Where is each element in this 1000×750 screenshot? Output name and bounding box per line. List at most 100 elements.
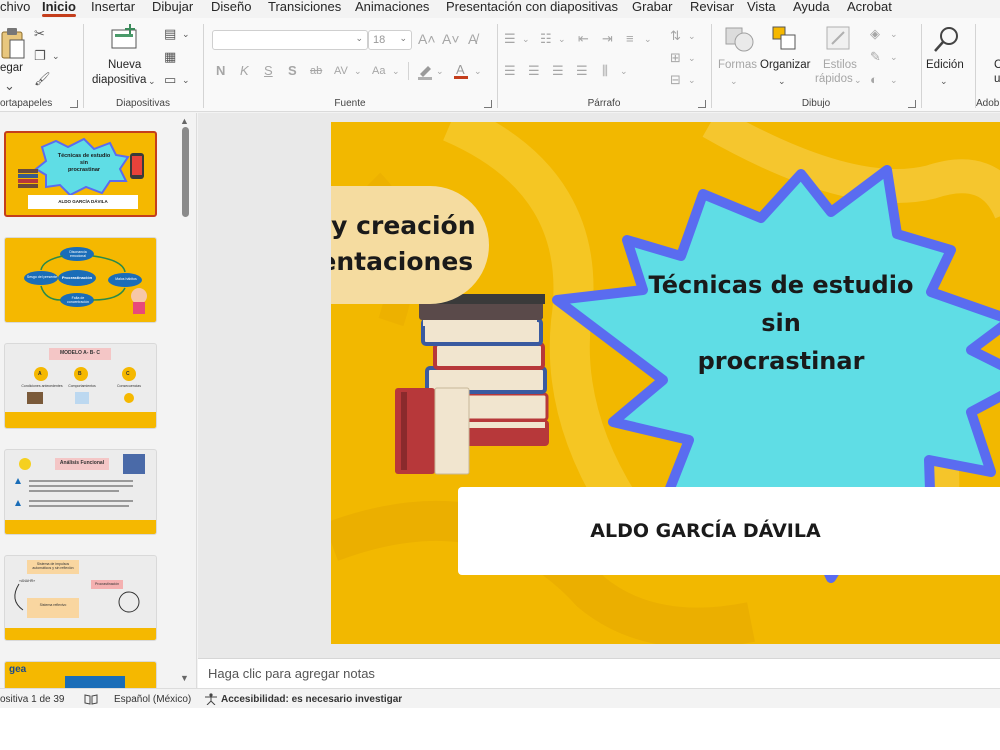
current-slide[interactable]: Diseños y creación de presentaciones Téc… — [331, 122, 1000, 644]
notes-placeholder[interactable]: Haga clic para agregar notas — [208, 666, 375, 681]
layout-dropdown-icon[interactable]: ⌄ — [182, 26, 190, 42]
bold-button[interactable]: N — [216, 63, 225, 79]
shapes-dropdown-icon[interactable]: ⌄ — [730, 73, 738, 89]
italic-button[interactable]: K — [240, 63, 249, 79]
highlight-icon[interactable] — [416, 62, 434, 80]
paragraph-launcher-icon[interactable] — [698, 100, 706, 108]
adobe-partial-label-1[interactable]: C — [994, 58, 1000, 72]
smartart-dropdown-icon[interactable]: ⌄ — [688, 72, 696, 88]
shrink-font-icon[interactable]: A˅ — [442, 31, 460, 47]
quick-styles-dropdown-icon[interactable]: ⌄ — [854, 72, 862, 88]
thumbnail-scrollbar[interactable] — [182, 127, 189, 217]
scroll-down-icon[interactable]: ▼ — [180, 673, 189, 683]
scroll-up-icon[interactable]: ▲ — [180, 116, 189, 126]
bullets-icon[interactable]: ☰ — [504, 31, 516, 47]
shapes-icon[interactable] — [724, 24, 754, 52]
tab-ayuda[interactable]: Ayuda — [793, 0, 830, 17]
burst-text-line-1[interactable]: Técnicas de estudio — [611, 266, 951, 304]
new-slide-label-2[interactable]: diapositiva — [92, 73, 146, 87]
align-center-icon[interactable]: ☰ — [528, 63, 540, 79]
grow-font-icon[interactable]: A˄ — [418, 31, 436, 47]
shapes-button[interactable]: Formas — [718, 58, 757, 72]
justify-icon[interactable]: ☰ — [576, 63, 588, 79]
new-slide-icon[interactable] — [110, 24, 140, 52]
section-dropdown-icon[interactable]: ⌄ — [182, 72, 190, 88]
slide-thumbnail-5[interactable]: Sistema de impulsos automáticos y sin re… — [4, 555, 157, 641]
slide-thumbnail-4[interactable]: Análisis Funcional — [4, 449, 157, 535]
shape-effects-icon[interactable]: ◐ — [870, 72, 878, 88]
shape-outline-dropdown-icon[interactable]: ⌄ — [890, 49, 898, 65]
shadow-button[interactable]: S — [288, 63, 297, 79]
quick-styles-icon[interactable] — [824, 24, 854, 52]
font-launcher-icon[interactable] — [484, 100, 492, 108]
copy-dropdown-icon[interactable]: ⌄ — [52, 48, 60, 64]
arrange-icon[interactable] — [770, 24, 800, 52]
accessibility-status[interactable]: Accesibilidad: es necesario investigar — [221, 694, 402, 705]
language-status[interactable]: Español (México) — [114, 694, 191, 705]
tab-inicio[interactable]: Inicio — [42, 0, 76, 17]
cut-icon[interactable]: ✂ — [34, 26, 45, 42]
reset-icon[interactable]: ▦ — [164, 49, 176, 65]
numbering-dropdown-icon[interactable]: ⌄ — [558, 31, 566, 47]
tab-vista[interactable]: Vista — [747, 0, 776, 17]
columns-dropdown-icon[interactable]: ⌄ — [620, 63, 628, 79]
highlight-dropdown-icon[interactable]: ⌄ — [436, 63, 444, 79]
strikethrough-button[interactable]: ab — [310, 63, 322, 79]
copy-icon[interactable]: ❐ — [34, 48, 46, 64]
author-name[interactable]: ALDO GARCÍA DÁVILA — [458, 520, 953, 542]
section-icon[interactable]: ▭ — [164, 72, 176, 88]
paste-button[interactable]: egar — [0, 61, 23, 75]
burst-text[interactable]: Técnicas de estudio sin procrastinar — [611, 266, 951, 380]
line-spacing-dropdown-icon[interactable]: ⌄ — [644, 31, 652, 47]
editing-button[interactable]: Edición — [926, 58, 964, 72]
clipboard-launcher-icon[interactable] — [70, 100, 78, 108]
spelling-icon[interactable] — [84, 693, 98, 705]
slide-thumbnail-2[interactable]: Disonancia emocional Sesgo del presente … — [4, 237, 157, 323]
arrange-button[interactable]: Organizar — [760, 58, 811, 72]
text-direction-dropdown-icon[interactable]: ⌄ — [688, 28, 696, 44]
paste-icon[interactable] — [0, 26, 26, 60]
tab-insertar[interactable]: Insertar — [91, 0, 135, 17]
underline-button[interactable]: S — [264, 63, 273, 79]
quick-styles-label-2[interactable]: rápidos — [815, 72, 853, 86]
layout-icon[interactable]: ▤ — [164, 26, 176, 42]
burst-text-line-3[interactable]: procrastinar — [611, 342, 951, 380]
change-case-button[interactable]: Aa — [372, 63, 385, 79]
tab-acrobat[interactable]: Acrobat — [847, 0, 892, 17]
line-spacing-icon[interactable]: ≡ — [626, 31, 634, 47]
slide-editor[interactable]: Diseños y creación de presentaciones Téc… — [198, 113, 1000, 658]
tab-archivo[interactable]: chivo — [0, 0, 30, 17]
adobe-partial-label-2[interactable]: u — [994, 72, 1000, 86]
numbering-icon[interactable]: ☷ — [540, 31, 552, 47]
shape-outline-icon[interactable]: ✎ — [870, 49, 881, 65]
tab-revisar[interactable]: Revisar — [690, 0, 734, 17]
shape-effects-dropdown-icon[interactable]: ⌄ — [890, 72, 898, 88]
slide-thumbnail-1[interactable]: Técnicas de estudio sin procrastinar ALD… — [4, 131, 157, 217]
burst-text-line-2[interactable]: sin — [611, 304, 951, 342]
slide-thumbnail-pane[interactable]: Técnicas de estudio sin procrastinar ALD… — [0, 113, 197, 688]
char-spacing-dropdown-icon[interactable]: ⌄ — [354, 63, 362, 79]
font-size-combo[interactable]: 18 ⌄ — [368, 30, 412, 50]
columns-icon[interactable]: ⫼ — [602, 63, 608, 79]
shape-fill-dropdown-icon[interactable]: ⌄ — [890, 26, 898, 42]
tab-presentacion[interactable]: Presentación con diapositivas — [446, 0, 618, 17]
align-left-icon[interactable]: ☰ — [504, 63, 516, 79]
align-text-icon[interactable]: ⊞ — [670, 50, 681, 66]
search-icon[interactable] — [932, 24, 962, 54]
accessibility-icon[interactable] — [204, 693, 218, 705]
smartart-icon[interactable]: ⊟ — [670, 72, 681, 88]
text-direction-icon[interactable]: ⇅ — [670, 28, 681, 44]
align-right-icon[interactable]: ☰ — [552, 63, 564, 79]
format-painter-icon[interactable]: 🖌 — [34, 71, 51, 87]
slide-thumbnail-6[interactable]: gea — [4, 661, 157, 688]
tab-transiciones[interactable]: Transiciones — [268, 0, 341, 17]
arrange-dropdown-icon[interactable]: ⌄ — [778, 73, 786, 89]
change-case-dropdown-icon[interactable]: ⌄ — [392, 63, 400, 79]
font-color-dropdown-icon[interactable]: ⌄ — [474, 63, 482, 79]
quick-styles-label-1[interactable]: Estilos — [823, 58, 857, 72]
tab-animaciones[interactable]: Animaciones — [355, 0, 429, 17]
shape-fill-icon[interactable]: ◈ — [870, 26, 880, 42]
tab-dibujar[interactable]: Dibujar — [152, 0, 193, 17]
new-slide-dropdown-icon[interactable]: ⌄ — [148, 73, 156, 89]
paste-dropdown-icon[interactable]: ⌄ — [4, 78, 15, 94]
